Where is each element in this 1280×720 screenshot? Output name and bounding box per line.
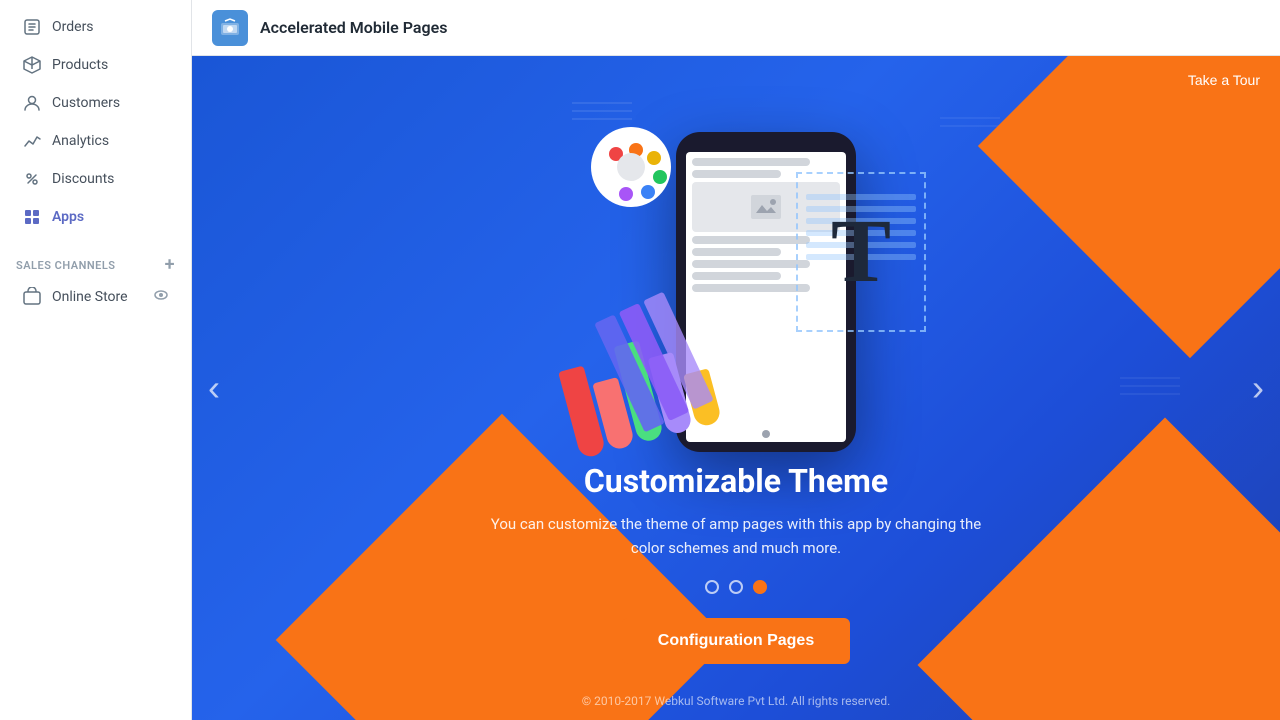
sidebar-item-apps[interactable]: Apps — [6, 199, 185, 235]
discounts-icon — [22, 169, 42, 189]
slider-dots — [705, 580, 767, 594]
online-store-left: Online Store — [22, 287, 128, 307]
customers-icon — [22, 93, 42, 113]
products-icon — [22, 55, 42, 75]
slider-dot-2[interactable] — [729, 580, 743, 594]
slider-dot-3[interactable] — [753, 580, 767, 594]
phone-illustration-container: T — [536, 112, 936, 452]
slider-area: Take a Tour ‹ › — [192, 56, 1280, 720]
deco-lines-right — [1120, 371, 1180, 405]
sidebar-item-online-store[interactable]: Online Store — [6, 279, 185, 315]
sidebar: Orders Products Customers Analytics Disc… — [0, 0, 192, 720]
slider-footer: © 2010-2017 Webkul Software Pvt Ltd. All… — [582, 694, 891, 708]
nav-arrow-left[interactable]: ‹ — [208, 370, 220, 406]
main-content: Accelerated Mobile Pages Take a Tour ‹ › — [192, 0, 1280, 720]
palette-icon — [586, 122, 676, 216]
app-header-title: Accelerated Mobile Pages — [260, 18, 447, 37]
slider-text-content: Customizable Theme You can customize the… — [486, 462, 986, 580]
app-header-icon — [212, 10, 248, 46]
sidebar-item-orders[interactable]: Orders — [6, 9, 185, 45]
orders-icon — [22, 17, 42, 37]
apps-icon — [22, 207, 42, 227]
deco-orange-top-right — [978, 56, 1280, 358]
nav-arrow-right[interactable]: › — [1252, 370, 1264, 406]
slider-title: Customizable Theme — [486, 462, 986, 500]
add-sales-channel-button[interactable]: + — [165, 256, 175, 274]
sidebar-item-orders-label: Orders — [52, 19, 94, 35]
sidebar-item-analytics[interactable]: Analytics — [6, 123, 185, 159]
app-header: Accelerated Mobile Pages — [192, 0, 1280, 56]
online-store-label: Online Store — [52, 289, 128, 305]
take-tour-button[interactable]: Take a Tour — [1188, 72, 1260, 88]
analytics-icon — [22, 131, 42, 151]
slider-dot-1[interactable] — [705, 580, 719, 594]
sidebar-item-customers[interactable]: Customers — [6, 85, 185, 121]
sales-channels-header: SALES CHANNELS + — [0, 244, 191, 278]
configuration-pages-button[interactable]: Configuration Pages — [622, 618, 850, 664]
online-store-visibility-icon[interactable] — [153, 287, 169, 307]
text-t-symbol: T — [831, 207, 891, 297]
sidebar-item-analytics-label: Analytics — [52, 133, 109, 149]
slider-description: You can customize the theme of amp pages… — [486, 512, 986, 560]
sidebar-item-products[interactable]: Products — [6, 47, 185, 83]
online-store-icon — [22, 287, 42, 307]
sidebar-item-discounts[interactable]: Discounts — [6, 161, 185, 197]
sidebar-item-discounts-label: Discounts — [52, 171, 114, 187]
sidebar-item-apps-label: Apps — [52, 209, 84, 225]
text-selection-box: T — [796, 172, 926, 332]
sidebar-item-customers-label: Customers — [52, 95, 120, 111]
sidebar-item-products-label: Products — [52, 57, 108, 73]
sales-channels-label: SALES CHANNELS — [16, 259, 116, 272]
